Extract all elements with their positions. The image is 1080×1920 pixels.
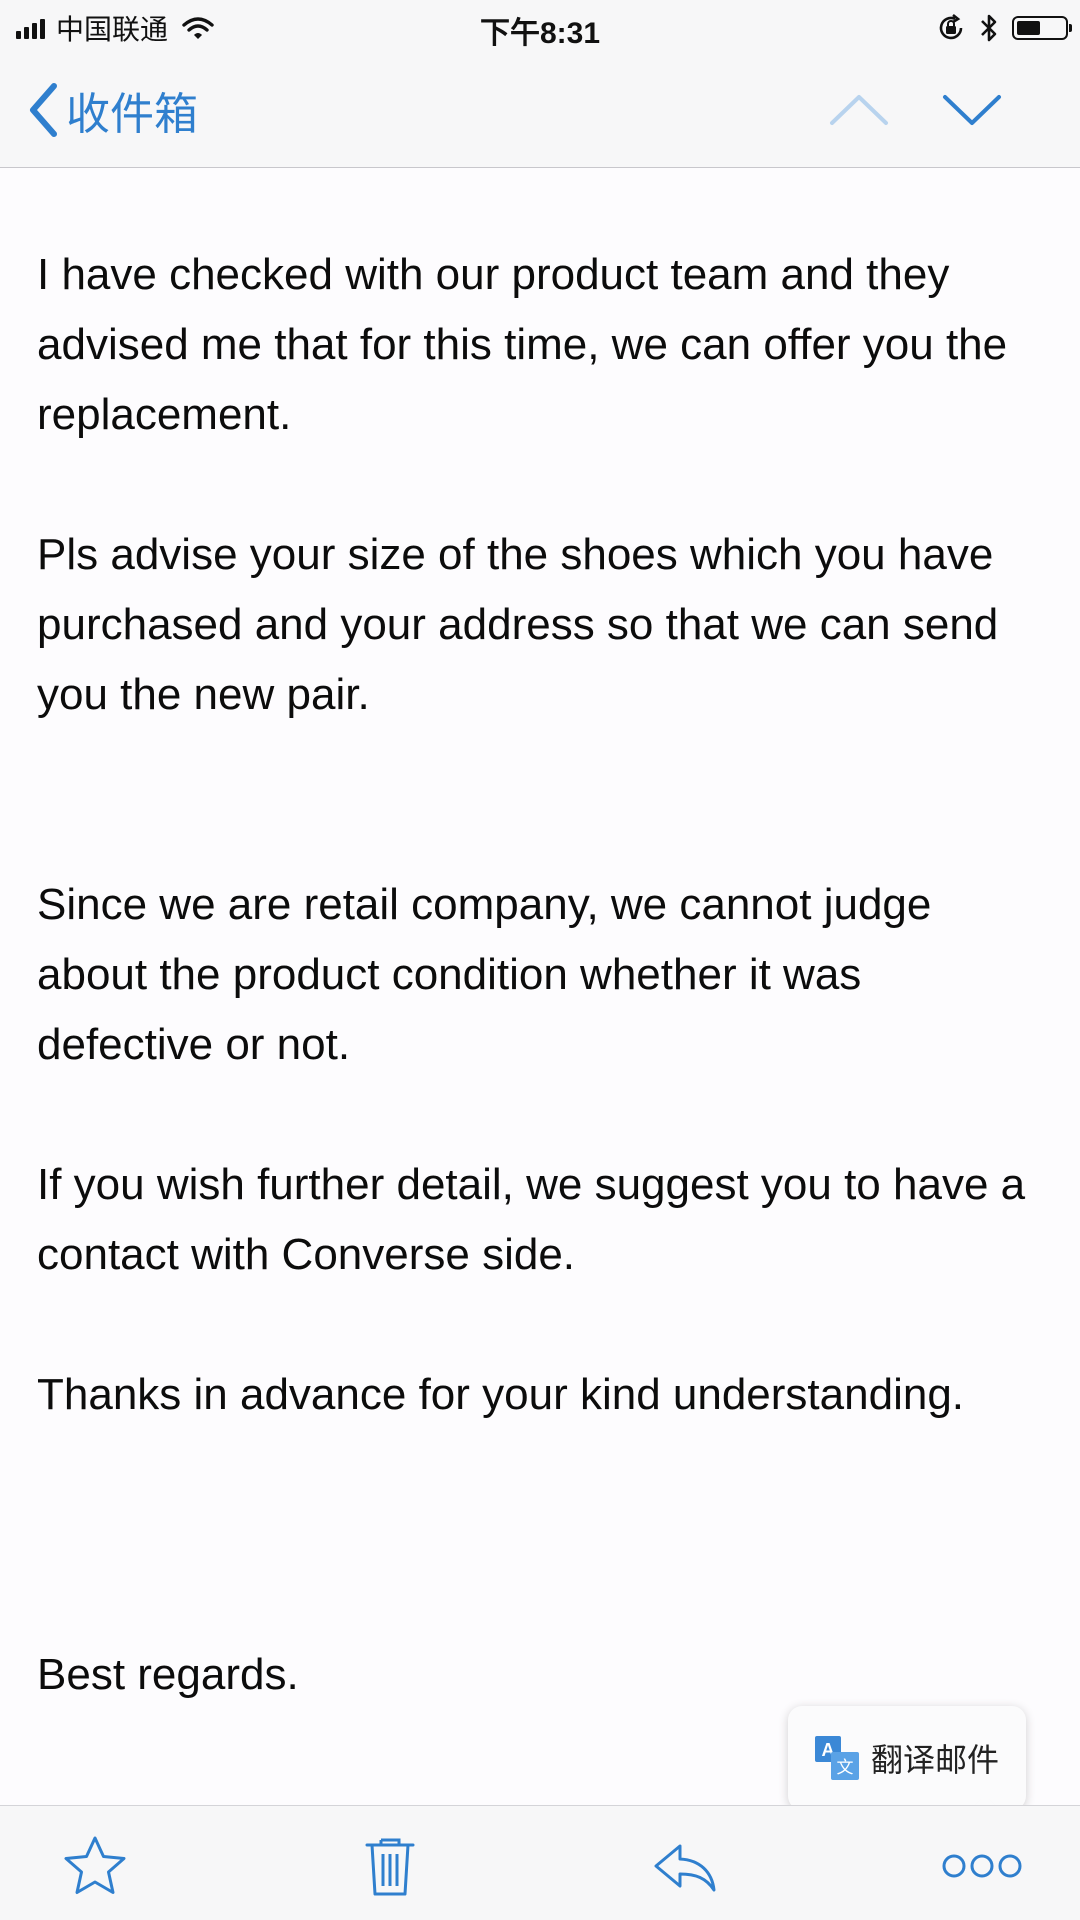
message-paragraph: I have checked with our product team and… <box>37 250 1008 439</box>
message-paragraph: Thanks in advance for your kind understa… <box>37 1370 965 1419</box>
back-label: 收件箱 <box>66 90 198 139</box>
chevron-up-icon[interactable] <box>824 85 894 135</box>
flag-icon[interactable] <box>60 1834 130 1898</box>
back-to-inbox-button[interactable]: 收件箱 <box>28 79 198 141</box>
translate-icon: A 文 <box>814 1736 859 1780</box>
status-bar: 中国联通 下午8:31 <box>0 0 1080 55</box>
battery-icon <box>1012 16 1072 40</box>
trash-icon[interactable] <box>355 1834 425 1898</box>
message-signoff: Best regards. <box>37 1650 299 1699</box>
battery-level <box>1017 21 1040 35</box>
bottom-toolbar <box>0 1805 1080 1920</box>
message-body: I have checked with our product team and… <box>37 170 1047 1710</box>
chevron-down-icon[interactable] <box>937 85 1007 135</box>
more-icon[interactable] <box>940 1834 1024 1898</box>
message-paragraph: Since we are retail company, we cannot j… <box>37 880 932 1069</box>
chevron-left-icon <box>30 83 57 137</box>
message-paragraph: Pls advise your size of the shoes which … <box>37 530 999 719</box>
battery-tip <box>1069 24 1072 32</box>
status-right <box>936 10 1072 46</box>
translate-label: 翻译邮件 <box>870 1742 999 1778</box>
status-time: 下午8:31 <box>479 17 601 50</box>
bluetooth-icon <box>981 14 997 42</box>
navigation-bar: 收件箱 <box>0 55 1080 168</box>
svg-text:文: 文 <box>836 1758 853 1778</box>
mail-screen: 中国联通 下午8:31 收件箱 I have checked with our … <box>0 0 1080 1920</box>
reply-icon[interactable] <box>650 1834 720 1898</box>
translate-mail-button[interactable]: A 文 翻译邮件 <box>788 1706 1026 1810</box>
rotation-lock-icon <box>939 13 963 40</box>
message-paragraph: If you wish further detail, we suggest y… <box>37 1160 1026 1279</box>
